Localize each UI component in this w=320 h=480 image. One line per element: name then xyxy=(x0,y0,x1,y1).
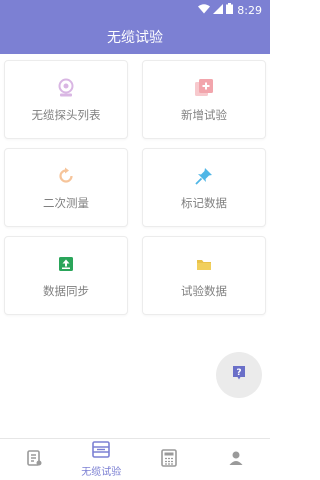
card-test-data[interactable]: 试验数据 xyxy=(142,236,266,315)
card-data-sync[interactable]: 数据同步 xyxy=(4,236,128,315)
card-label: 试验数据 xyxy=(181,283,227,298)
card-label: 二次测量 xyxy=(43,195,89,210)
page-title: 无缆试验 xyxy=(107,30,163,46)
refresh-icon xyxy=(55,165,77,187)
folder-icon xyxy=(193,253,215,275)
status-bar: 8:29 xyxy=(0,0,270,20)
app-bar: 无缆试验 xyxy=(0,20,270,54)
help-icon: ? xyxy=(231,365,247,385)
bottom-nav: 无缆试验 xyxy=(0,438,270,480)
signal-icon xyxy=(213,3,224,17)
tab-documents[interactable] xyxy=(0,439,68,480)
card-label: 数据同步 xyxy=(43,283,89,298)
sync-icon xyxy=(55,253,77,275)
tab-calculator[interactable] xyxy=(135,439,203,480)
svg-text:?: ? xyxy=(236,368,241,378)
tab-profile[interactable] xyxy=(203,439,271,480)
help-button[interactable]: ? xyxy=(216,352,262,398)
card-label: 无缆探头列表 xyxy=(31,107,101,122)
probe-icon xyxy=(55,77,77,99)
card-label: 新增试验 xyxy=(181,107,227,122)
wifi-icon xyxy=(198,3,211,17)
cable-test-icon xyxy=(92,441,111,462)
card-remeasure[interactable]: 二次测量 xyxy=(4,148,128,227)
status-time: 8:29 xyxy=(237,3,262,17)
card-mark-data[interactable]: 标记数据 xyxy=(142,148,266,227)
battery-icon xyxy=(226,3,234,17)
tab-label: 无缆试验 xyxy=(81,467,122,478)
card-new-test[interactable]: 新增试验 xyxy=(142,60,266,139)
card-label: 标记数据 xyxy=(181,195,227,210)
calculator-icon xyxy=(160,448,177,471)
user-icon xyxy=(228,450,244,470)
pin-icon xyxy=(193,165,215,187)
card-probe-list[interactable]: 无缆探头列表 xyxy=(4,60,128,139)
tab-cable-test[interactable]: 无缆试验 xyxy=(68,439,136,480)
add-test-icon xyxy=(193,77,215,99)
document-icon xyxy=(25,449,43,471)
